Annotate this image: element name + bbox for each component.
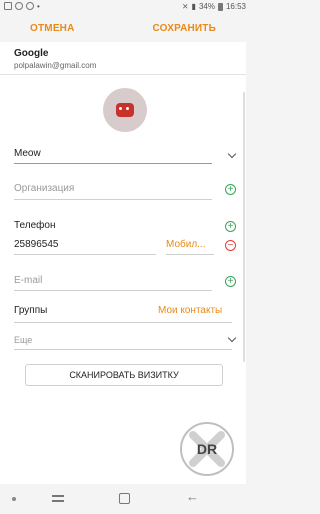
- divider: [0, 74, 246, 75]
- email-field[interactable]: E-mail: [14, 275, 42, 286]
- sync-icon: [15, 2, 23, 10]
- more-fields-label[interactable]: Еще: [14, 335, 32, 345]
- add-phone-icon[interactable]: +: [225, 221, 236, 232]
- name-underline: [14, 163, 212, 164]
- groups-underline: [14, 322, 232, 323]
- phone-label: Телефон: [14, 220, 56, 231]
- account-name: Google: [14, 48, 49, 59]
- contact-photo[interactable]: [103, 88, 147, 132]
- name-field[interactable]: Meow: [14, 148, 41, 159]
- more-underline: [14, 349, 232, 350]
- remove-phone-icon[interactable]: −: [225, 240, 236, 251]
- more-notifications-icon: •: [37, 2, 40, 11]
- action-bar: ОТМЕНА СОХРАНИТЬ: [0, 14, 250, 42]
- save-button[interactable]: СОХРАНИТЬ: [152, 23, 216, 34]
- recent-apps-icon[interactable]: [52, 493, 64, 504]
- watermark-text: DR: [197, 441, 217, 457]
- nav-indicator-icon: [12, 497, 16, 501]
- navigation-bar: ←: [0, 484, 250, 514]
- account-email: polpalawin@gmail.com: [14, 61, 97, 70]
- groups-select[interactable]: Мои контакты: [158, 305, 222, 316]
- phone-underline: [14, 254, 156, 255]
- avatar-image: [116, 103, 134, 117]
- scan-business-card-button[interactable]: СКАНИРОВАТЬ ВИЗИТКУ: [25, 364, 223, 386]
- phone-input[interactable]: 25896545: [14, 239, 59, 250]
- battery-icon: [217, 2, 223, 11]
- chevron-down-icon[interactable]: [227, 149, 237, 159]
- battery-percent: 34%: [198, 2, 215, 11]
- scrollbar[interactable]: [243, 92, 245, 362]
- add-organization-icon[interactable]: +: [225, 184, 236, 195]
- mute-icon: ⨯: [181, 2, 189, 11]
- cancel-button[interactable]: ОТМЕНА: [30, 23, 75, 34]
- organization-field[interactable]: Организация: [14, 183, 74, 194]
- add-email-icon[interactable]: +: [225, 276, 236, 287]
- email-underline: [14, 290, 212, 291]
- account-selector[interactable]: Google polpalawin@gmail.com: [14, 48, 96, 70]
- more-chevron-icon[interactable]: [227, 333, 237, 343]
- notification-icon: [26, 2, 34, 10]
- signal-icon: ▮: [191, 2, 196, 11]
- phone-type-select[interactable]: Мобил...: [166, 239, 206, 250]
- organization-underline: [14, 199, 212, 200]
- gallery-icon: [4, 2, 12, 10]
- back-icon[interactable]: ←: [186, 490, 202, 503]
- contact-editor: Google polpalawin@gmail.com Meow Организ…: [0, 42, 246, 484]
- dr-watermark-logo: DR: [180, 422, 234, 476]
- clock: 16:53: [225, 2, 246, 11]
- groups-label: Группы: [14, 305, 48, 316]
- home-icon[interactable]: [119, 493, 130, 504]
- phone-type-underline: [166, 254, 214, 255]
- status-bar: • ⨯ ▮ 34% 16:53: [0, 0, 250, 14]
